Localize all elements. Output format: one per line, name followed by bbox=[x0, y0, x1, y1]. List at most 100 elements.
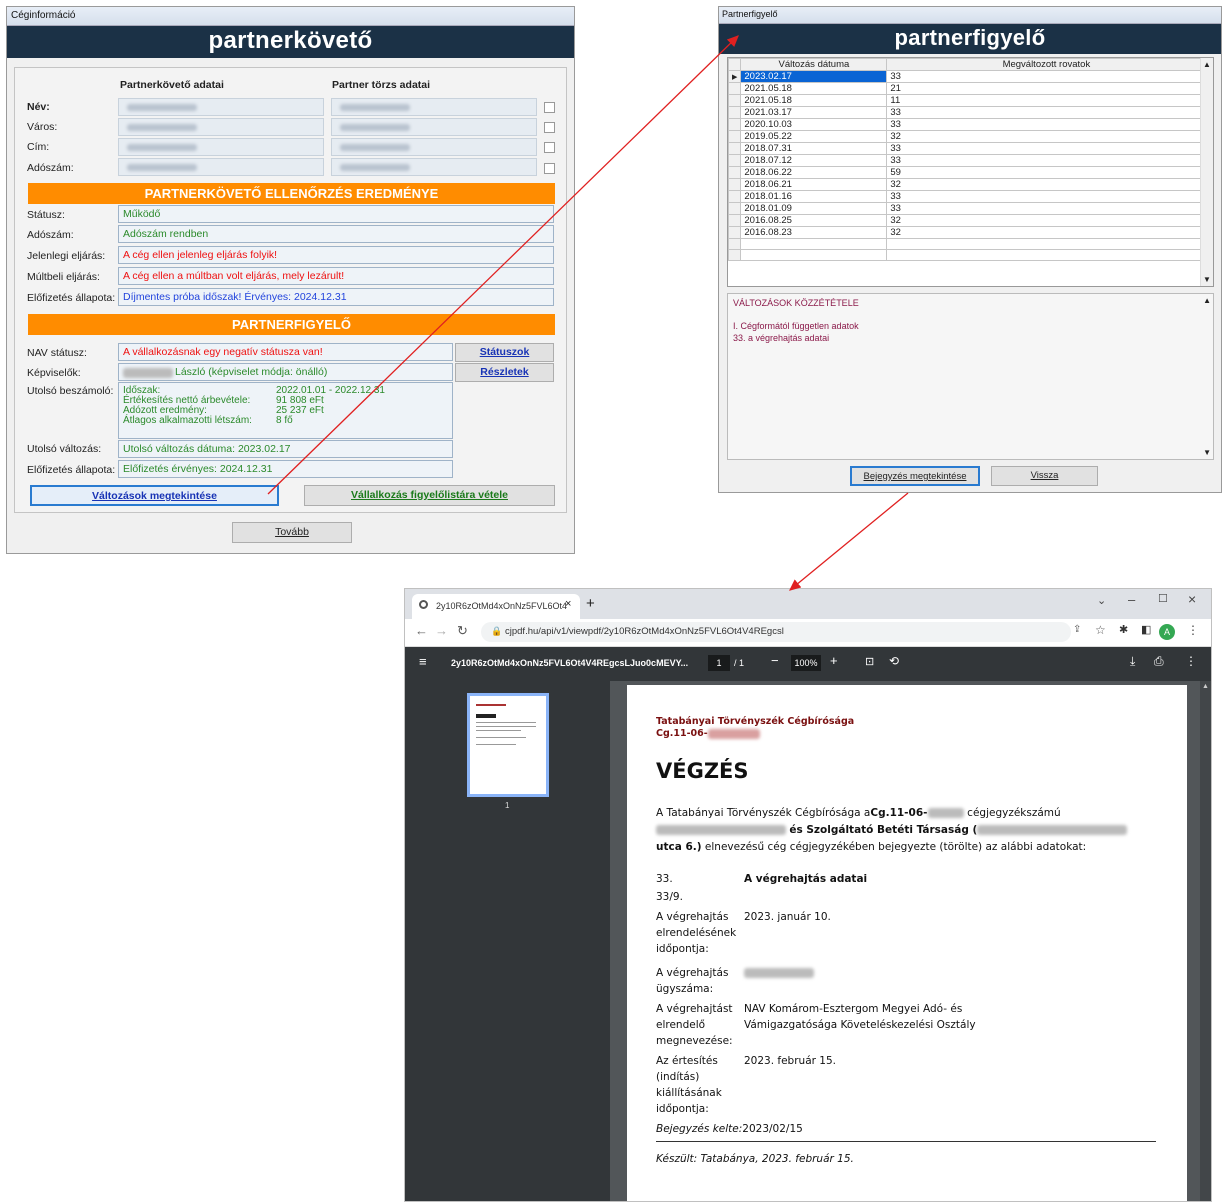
value-elofizetes: Díjmentes próba időszak! Érvényes: 2024.… bbox=[118, 288, 554, 306]
tovabb-button[interactable]: Tovább bbox=[232, 522, 352, 543]
checkbox-cim[interactable] bbox=[544, 142, 555, 153]
pdf-scrollbar[interactable]: ▲ bbox=[1200, 681, 1211, 1201]
vissza-button[interactable]: Vissza bbox=[991, 466, 1098, 486]
close-window-icon[interactable]: × bbox=[1188, 591, 1196, 607]
kozzetetel-title: VÁLTOZÁSOK KÖZZÉTÉTELE bbox=[733, 298, 859, 308]
grid-row[interactable]: 2018.07.12 33 bbox=[727, 154, 1207, 167]
hamburger-icon[interactable]: ≡ bbox=[419, 654, 427, 669]
grid-rovatok: 33 bbox=[886, 154, 1207, 167]
grid-row[interactable]: 2016.08.23 32 bbox=[727, 226, 1207, 239]
grid-date: 2018.01.16 bbox=[740, 190, 888, 203]
grid-row[interactable]: 2021.03.17 33 bbox=[727, 106, 1207, 119]
grid-row-empty bbox=[727, 249, 1207, 261]
court-name: Tatabányai Törvényszék Cégbírósága bbox=[656, 716, 855, 727]
grid-row[interactable]: 2020.10.03 33 bbox=[727, 118, 1207, 131]
checkbox-nev[interactable] bbox=[544, 102, 555, 113]
redacted-field bbox=[331, 158, 537, 176]
intro-paragraph: A Tatabányai Törvényszék Cégbírósága aCg… bbox=[656, 805, 1156, 856]
pdf-page: Tatabányai Törvényszék Cégbírósága Cg.11… bbox=[627, 685, 1187, 1201]
grid-date: 2018.06.22 bbox=[740, 166, 888, 179]
valtozasok-button[interactable]: Változások megtekintése bbox=[30, 485, 279, 506]
extensions-icon[interactable]: ✱ bbox=[1119, 623, 1128, 636]
scroll-down-icon[interactable]: ▼ bbox=[1203, 448, 1211, 457]
grid-row-empty bbox=[727, 238, 1207, 250]
lock-icon: 🔒 bbox=[491, 626, 503, 636]
zoom-out-icon[interactable]: − bbox=[771, 653, 779, 668]
rotate-icon[interactable]: ⟲ bbox=[889, 654, 899, 668]
changes-grid[interactable]: Változás dátuma Megváltozott rovatok ▶ 202… bbox=[727, 57, 1214, 287]
grid-row[interactable]: 2019.05.22 32 bbox=[727, 130, 1207, 143]
grid-rovatok: 32 bbox=[886, 214, 1207, 227]
figyelolista-button[interactable]: Vállalkozás figyelőlistára vétele bbox=[304, 485, 555, 506]
grid-rovatok: 33 bbox=[886, 202, 1207, 215]
doc-heading: VÉGZÉS bbox=[656, 759, 749, 783]
checkbox-varos[interactable] bbox=[544, 122, 555, 133]
share-icon[interactable]: ⇪ bbox=[1073, 624, 1081, 635]
checkbox-adoszam[interactable] bbox=[544, 163, 555, 174]
grid-row[interactable]: 2018.01.16 33 bbox=[727, 190, 1207, 203]
grid-rovatok: 59 bbox=[886, 166, 1207, 179]
grid-date: 2018.07.12 bbox=[740, 154, 888, 167]
section-title: A végrehajtás adatai bbox=[744, 873, 868, 885]
forward-icon[interactable]: → bbox=[435, 623, 448, 638]
page-input[interactable]: 1 bbox=[708, 655, 730, 671]
reszletek-button[interactable]: Részletek bbox=[455, 363, 554, 382]
statuszok-button[interactable]: Státuszok bbox=[455, 343, 554, 362]
new-tab-icon[interactable]: + bbox=[586, 595, 595, 612]
more-icon[interactable]: ⋮ bbox=[1185, 654, 1197, 668]
address-bar[interactable]: cjpdf.hu/api/v1/viewpdf/2y10R6zOtMd4xOnN… bbox=[481, 622, 1071, 642]
minimize-icon[interactable]: – bbox=[1128, 592, 1135, 607]
grid-row[interactable]: 2018.06.21 32 bbox=[727, 178, 1207, 191]
close-tab-icon[interactable]: × bbox=[565, 598, 571, 610]
grid-row[interactable]: 2018.07.31 33 bbox=[727, 142, 1207, 155]
redacted-field bbox=[331, 118, 537, 136]
grid-row[interactable]: ▶ 2023.02.17 33 bbox=[727, 70, 1207, 83]
item-label: Az értesítés (indítás) kiállításának idő… bbox=[656, 1055, 722, 1115]
chevron-down-icon[interactable]: ⌄ bbox=[1097, 594, 1106, 607]
grid-row[interactable]: 2018.01.09 33 bbox=[727, 202, 1207, 215]
bejegyzes-button[interactable]: Bejegyzés megtekintése bbox=[850, 466, 980, 486]
grid-rovatok: 33 bbox=[886, 70, 1207, 83]
grid-scrollbar[interactable]: ▲ ▼ bbox=[1200, 58, 1213, 286]
item-label: A végrehajtást elrendelő megnevezése: bbox=[656, 1003, 733, 1047]
partnerfigyelo-window: Partnerfigyelő partnerfigyelő Változás d… bbox=[718, 6, 1222, 493]
ceginformacio-window: Céginformáció partnerkövető Partnerkövet… bbox=[6, 6, 575, 554]
label-beszamolo: Utolsó beszámoló: bbox=[27, 385, 114, 397]
value-utolso-valtozas: Utolsó változás dátuma: 2023.02.17 bbox=[118, 440, 453, 458]
grid-date: 2020.10.03 bbox=[740, 118, 888, 131]
grid-row[interactable]: 2016.08.25 32 bbox=[727, 214, 1207, 227]
grid-row[interactable]: 2018.06.22 59 bbox=[727, 166, 1207, 179]
grid-rovatok: 33 bbox=[886, 118, 1207, 131]
page-thumbnail[interactable] bbox=[467, 693, 549, 797]
grid-col-header: Megváltozott rovatok bbox=[886, 58, 1207, 71]
item-value: 2023. február 15. bbox=[744, 1055, 836, 1067]
label-elofizetes: Előfizetés állapota: bbox=[27, 292, 116, 304]
kozzetetel-line: 33. a végrehajtás adatai bbox=[733, 333, 830, 343]
value-adoszam-check: Adószám rendben bbox=[118, 225, 554, 243]
maximize-icon[interactable]: ☐ bbox=[1158, 592, 1168, 605]
menu-icon[interactable]: ⋮ bbox=[1187, 623, 1199, 637]
label-multbeli: Múltbeli eljárás: bbox=[27, 271, 100, 283]
grid-row[interactable]: 2021.05.18 11 bbox=[727, 94, 1207, 107]
grid-row[interactable]: 2021.05.18 21 bbox=[727, 82, 1207, 95]
download-icon[interactable]: ⤓ bbox=[1130, 654, 1135, 669]
label-kepviselok: Képviselők: bbox=[27, 367, 81, 379]
browser-tab[interactable]: 2y10R6zOtMd4xOnNz5FVL6Ot4 bbox=[412, 594, 580, 619]
grid-date: 2018.07.31 bbox=[740, 142, 888, 155]
zoom-input[interactable]: 100% bbox=[791, 655, 821, 671]
zoom-in-icon[interactable]: + bbox=[830, 653, 838, 668]
reload-icon[interactable]: ↻ bbox=[457, 623, 468, 639]
besz-key: Átlagos alkalmazotti létszám: bbox=[123, 415, 252, 426]
print-icon[interactable]: ⎙ bbox=[1154, 654, 1164, 669]
star-icon[interactable]: ☆ bbox=[1095, 623, 1106, 637]
besz-value: 8 fő bbox=[276, 415, 293, 426]
grid-date: 2019.05.22 bbox=[740, 130, 888, 143]
grid-rovatok: 33 bbox=[886, 142, 1207, 155]
fit-page-icon[interactable]: ⊡ bbox=[865, 655, 874, 668]
sidebar-icon[interactable]: ◧ bbox=[1141, 623, 1151, 636]
scroll-up-icon[interactable]: ▲ bbox=[1203, 296, 1211, 305]
kozzetetel-line: I. Cégformától független adatok bbox=[733, 321, 859, 331]
back-icon[interactable]: ← bbox=[415, 623, 428, 638]
avatar[interactable]: A bbox=[1159, 624, 1175, 640]
item-value bbox=[744, 965, 814, 981]
